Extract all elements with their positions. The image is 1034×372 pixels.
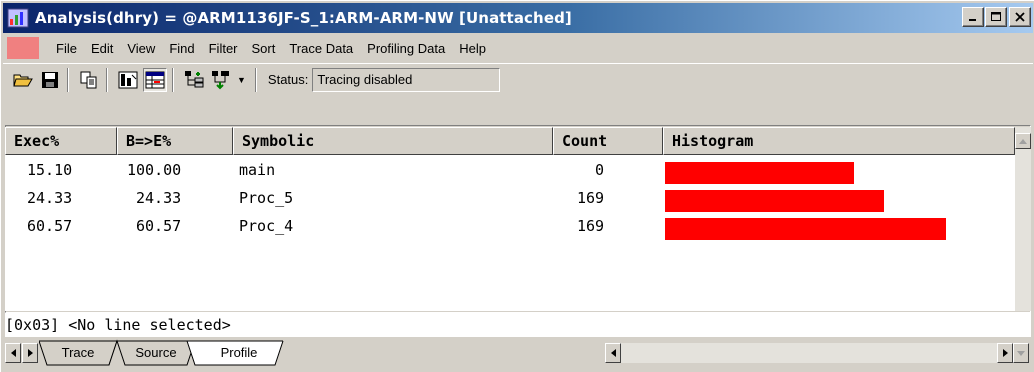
table-view-icon xyxy=(145,71,165,88)
analysis-window: Analysis(dhry) = @ARM1136JF-S_1:ARM-ARM-… xyxy=(0,0,1034,372)
title-bar[interactable]: Analysis(dhry) = @ARM1136JF-S_1:ARM-ARM-… xyxy=(3,3,1033,33)
vertical-scrollbar[interactable] xyxy=(1015,127,1031,311)
table-row[interactable]: 15.10 100.00 main 0 xyxy=(5,158,1015,184)
toolbar-separator xyxy=(106,67,108,92)
toolbar: ▼ Status: Tracing disabled xyxy=(3,63,1033,95)
column-header-count[interactable]: Count xyxy=(553,127,663,155)
tab-source[interactable]: Source xyxy=(125,339,187,365)
copy-icon xyxy=(80,71,97,88)
count-cell: 0 xyxy=(595,161,605,179)
toolbar-separator xyxy=(172,67,174,92)
arrow-left-icon xyxy=(10,349,16,357)
menu-view[interactable]: View xyxy=(120,41,162,56)
histogram-bar xyxy=(665,218,946,240)
b-to-e-percent-cell: 100.00 xyxy=(127,161,182,179)
status-line: [0x03] <No line selected> xyxy=(5,313,1031,337)
menu-profiling-data[interactable]: Profiling Data xyxy=(360,41,452,56)
open-button[interactable] xyxy=(11,68,35,92)
chevron-down-icon[interactable]: ▼ xyxy=(237,75,246,85)
arrow-right-icon xyxy=(1002,349,1008,357)
exec-percent-cell: 24.33 xyxy=(27,189,73,207)
menu-file[interactable]: File xyxy=(49,41,84,56)
save-icon xyxy=(42,71,58,88)
close-icon xyxy=(1015,12,1025,22)
menu-help[interactable]: Help xyxy=(452,41,493,56)
column-header-b-to-e[interactable]: B=>E% xyxy=(117,127,233,155)
count-cell: 169 xyxy=(577,217,605,235)
minimize-button[interactable] xyxy=(962,7,984,27)
menu-trace-data[interactable]: Trace Data xyxy=(282,41,360,56)
save-button[interactable] xyxy=(38,68,62,92)
scroll-left-button[interactable] xyxy=(605,343,621,363)
horizontal-scrollbar[interactable] xyxy=(605,343,1013,363)
tab-profile[interactable]: Profile xyxy=(201,339,277,365)
copy-button[interactable] xyxy=(77,68,101,92)
b-to-e-percent-cell: 60.57 xyxy=(136,217,182,235)
window-title: Analysis(dhry) = @ARM1136JF-S_1:ARM-ARM-… xyxy=(35,9,572,27)
count-cell: 169 xyxy=(577,189,605,207)
histogram-bar xyxy=(665,162,854,184)
expand-button[interactable] xyxy=(182,68,206,92)
table-row[interactable]: 60.57 60.57 Proc_4 169 xyxy=(5,214,1015,240)
tab-scroll-left-button[interactable] xyxy=(5,343,21,363)
table-row[interactable]: 24.33 24.33 Proc_5 169 xyxy=(5,186,1015,212)
collapse-button[interactable] xyxy=(209,68,233,92)
exec-percent-cell: 15.10 xyxy=(27,161,73,179)
arrow-up-icon xyxy=(1019,138,1027,144)
color-swatch[interactable] xyxy=(7,37,39,59)
close-button[interactable] xyxy=(1009,7,1031,27)
column-header-histogram[interactable]: Histogram xyxy=(663,127,1015,155)
arrow-right-icon xyxy=(27,349,33,357)
symbolic-cell: Proc_5 xyxy=(239,189,294,207)
toolbar-separator xyxy=(67,67,69,92)
status-field: Tracing disabled xyxy=(312,67,501,92)
open-folder-icon xyxy=(13,74,33,86)
scroll-up-button[interactable] xyxy=(1015,133,1031,149)
profile-table-body: 15.10 100.00 main 0 24.33 24.33 Proc_5 1… xyxy=(5,155,1015,311)
histogram-bar xyxy=(665,190,884,212)
exec-percent-cell: 60.57 xyxy=(27,217,73,235)
bottom-bar: Trace Source Profile xyxy=(5,339,1031,369)
b-to-e-percent-cell: 24.33 xyxy=(136,189,182,207)
table-view-button[interactable] xyxy=(143,67,167,92)
symbolic-cell: Proc_4 xyxy=(239,217,294,235)
arrow-down-icon xyxy=(1017,350,1025,356)
arrow-left-icon xyxy=(610,349,616,357)
tab-scroll-right-button[interactable] xyxy=(22,343,38,363)
collapse-tree-icon xyxy=(212,70,229,89)
table-header: Exec% B=>E% Symbolic Count Histogram xyxy=(5,127,1015,155)
chart-view-button[interactable] xyxy=(116,68,140,92)
tab-trace[interactable]: Trace xyxy=(47,339,109,365)
menu-sort[interactable]: Sort xyxy=(245,41,283,56)
menu-edit[interactable]: Edit xyxy=(84,41,120,56)
toolbar-separator xyxy=(254,67,257,92)
scroll-down-button[interactable] xyxy=(1013,343,1029,363)
status-label: Status: xyxy=(267,72,309,87)
expand-tree-icon xyxy=(185,70,204,87)
menu-bar: File Edit View Find Filter Sort Trace Da… xyxy=(3,35,1033,61)
column-header-exec[interactable]: Exec% xyxy=(5,127,117,155)
maximize-icon xyxy=(991,12,1001,21)
column-header-symbolic[interactable]: Symbolic xyxy=(233,127,553,155)
maximize-button[interactable] xyxy=(985,7,1007,27)
menu-find[interactable]: Find xyxy=(162,41,201,56)
scroll-right-button[interactable] xyxy=(997,343,1013,363)
symbolic-cell: main xyxy=(239,161,276,179)
minimize-icon xyxy=(969,19,976,21)
app-icon xyxy=(7,7,29,29)
chart-view-icon xyxy=(118,71,138,88)
menu-filter[interactable]: Filter xyxy=(202,41,245,56)
